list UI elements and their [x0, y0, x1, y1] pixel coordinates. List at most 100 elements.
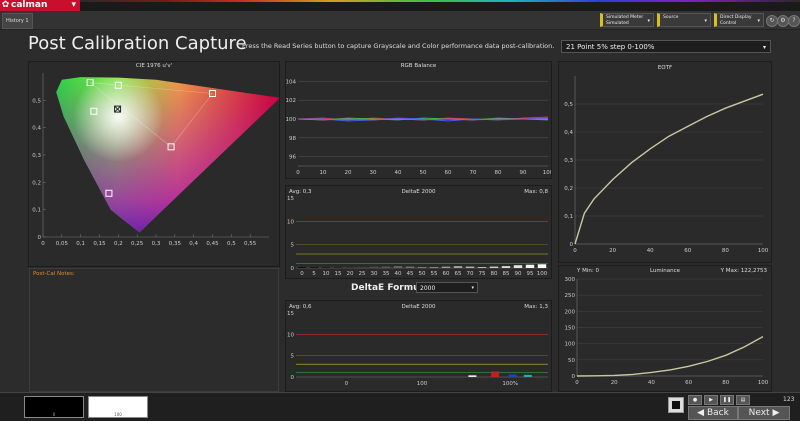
luminance-x-tick-label: 20	[611, 380, 618, 386]
deltae-x-tick-label: 60	[443, 271, 450, 277]
cie-x-tick-label: 0,35	[169, 241, 182, 247]
deltae-x-tick-label: 95	[527, 271, 534, 277]
cie-x-tick-label: 0,15	[93, 241, 106, 247]
cie-x-tick-label: 0,2	[114, 241, 123, 247]
eotf-x-tick-label: 80	[722, 248, 729, 254]
deltae-x-tick-label: 70	[467, 271, 474, 277]
rgb-y-tick-label: 98	[289, 136, 296, 142]
tab-history-1[interactable]: History 1	[2, 13, 33, 29]
back-button[interactable]: ◀ Back	[688, 406, 738, 420]
stop-button[interactable]	[668, 397, 684, 413]
tab-bar: History 1 Simulated Meter Simulated ▾ So…	[0, 11, 800, 30]
series-select-value: 21 Point 5% step 0-100%	[566, 43, 655, 51]
next-button[interactable]: Next ▶	[738, 406, 790, 420]
app-name: calman	[11, 0, 48, 10]
black-swatch-label: 0	[52, 412, 56, 417]
instruction-text: Press the Read Series button to capture …	[242, 42, 555, 50]
deltae-bar	[333, 267, 343, 268]
deltae-grayscale-max: Max: 0,8	[524, 189, 548, 195]
deltae-bar	[501, 266, 511, 268]
help-icon[interactable]: ?	[788, 15, 800, 27]
pause-icon: ❚❚	[722, 397, 732, 403]
cie-y-tick-label: 0,1	[32, 208, 41, 214]
deltae-x-tick-label: 75	[479, 271, 486, 277]
cie-x-tick-label: 0,4	[189, 241, 198, 247]
deltae-bar	[465, 266, 475, 268]
read-series-button[interactable]: ▶	[704, 395, 718, 405]
deltae-formula-value: 2000	[420, 285, 436, 292]
eotf-x-tick-label: 100	[758, 248, 769, 254]
deltae-bar	[357, 267, 367, 268]
luminance-y-tick-label: 300	[565, 277, 576, 283]
stats-button[interactable]: ▤	[736, 395, 750, 405]
rgb-x-tick-label: 50	[420, 170, 427, 176]
back-button-label: Back	[706, 408, 729, 418]
rgb-x-tick-label: 40	[395, 170, 402, 176]
deltae-bar	[537, 264, 547, 268]
cie-gamut	[56, 77, 279, 233]
cie-x-tick-label: 0,1	[76, 241, 85, 247]
deltae-bar	[429, 267, 439, 268]
eotf-chart: 00,10,20,30,40,50 20 40 60 80 100	[564, 76, 769, 254]
deltae-bar	[441, 266, 451, 268]
luminance-x-tick-label: 40	[648, 380, 655, 386]
eotf-x-tick-label: 0	[573, 248, 577, 254]
rgb-x-tick-label: 80	[495, 170, 502, 176]
meter-dropdown[interactable]: Simulated Meter Simulated ▾	[600, 13, 654, 27]
source-dropdown[interactable]: Source ▾	[657, 13, 711, 27]
luminance-panel: Y Min: 0 Luminance Y Max: 122,2753 0 50 10…	[558, 265, 772, 392]
display-control-dropdown[interactable]: Direct Display Control ▾	[714, 13, 764, 27]
deltae-bar	[523, 374, 532, 377]
deltae-bar	[489, 266, 499, 268]
pause-button[interactable]: ❚❚	[720, 395, 734, 405]
cie-chart-title: CIE 1976 u'v'	[135, 63, 173, 69]
eotf-y-tick-label: 0,3	[564, 158, 573, 164]
deltae-bar	[393, 266, 403, 268]
notes-panel[interactable]: Post-Cal Notes:	[29, 268, 279, 392]
luminance-x-tick-label: 80	[722, 380, 729, 386]
cie-y-tick-label: 0,2	[32, 180, 41, 186]
deltae-bar	[468, 375, 477, 377]
deltae-x-tick-label: 85	[503, 271, 510, 277]
deltae-grayscale-title: DeltaE 2000	[401, 189, 436, 195]
luminance-x-tick-label: 100	[758, 380, 769, 386]
bottom-bar: 0 100 ● ▶ ❚❚ ▤ ◀ Back Next ▶ 123	[0, 392, 800, 421]
chevron-down-icon: ▾	[757, 18, 760, 24]
deltae-bar	[513, 265, 523, 268]
app-logo-button[interactable]: ✿ calman ▾	[0, 0, 80, 11]
deltae-bar	[381, 266, 391, 268]
deltae-color-chart: 0 5 10 15 0 100 100%	[287, 311, 548, 387]
deltae-bar	[525, 264, 535, 268]
back-arrow-icon: ◀	[697, 408, 707, 418]
deltae-bar	[321, 267, 331, 268]
chevron-down-icon: ▾	[647, 18, 650, 24]
deltae-bar	[369, 266, 379, 268]
luminance-x-tick-label: 60	[685, 380, 692, 386]
deltae-x-tick-label: 30	[371, 271, 378, 277]
display-control-dropdown-title: Direct Display Control	[720, 15, 752, 26]
rgb-x-tick-label: 10	[320, 170, 327, 176]
eotf-title: EOTF	[657, 65, 673, 71]
deltae-x-tick-label: 40	[395, 271, 402, 277]
deltae-x-tick-label: 90	[515, 271, 522, 277]
notes-label: Post-Cal Notes:	[33, 271, 75, 277]
rgb-x-tick-label: 0	[296, 170, 300, 176]
record-icon: ●	[692, 397, 698, 403]
series-select[interactable]: 21 Point 5% step 0-100% ▾	[561, 40, 771, 53]
rgb-balance-chart: 96 98 100 102 104 0 10 20 30 40 50 60 70 80 90 100	[286, 79, 551, 176]
cie-x-tick-label: 0,55	[244, 241, 257, 247]
deltae-x-tick-label: 0	[345, 381, 349, 387]
deltae-color-max: Max: 1,3	[524, 304, 548, 310]
eotf-curve	[574, 93, 764, 245]
rgb-y-tick-label: 102	[286, 98, 296, 104]
luminance-x-tick-label: 0	[575, 380, 579, 386]
record-button[interactable]: ●	[688, 395, 702, 405]
deltae-y-tick-label: 5	[291, 354, 295, 360]
stop-icon	[672, 401, 680, 409]
rgb-x-tick-label: 60	[445, 170, 452, 176]
rgb-x-tick-label: 90	[520, 170, 527, 176]
deltae-bar	[477, 267, 487, 268]
deltae-formula-select[interactable]: 2000 ▾	[416, 282, 478, 293]
deltae-color-panel: Avg: 0,6 DeltaE 2000 Max: 1,3 0 5 10 15 0 100…	[285, 300, 552, 392]
eotf-x-tick-label: 40	[647, 248, 654, 254]
